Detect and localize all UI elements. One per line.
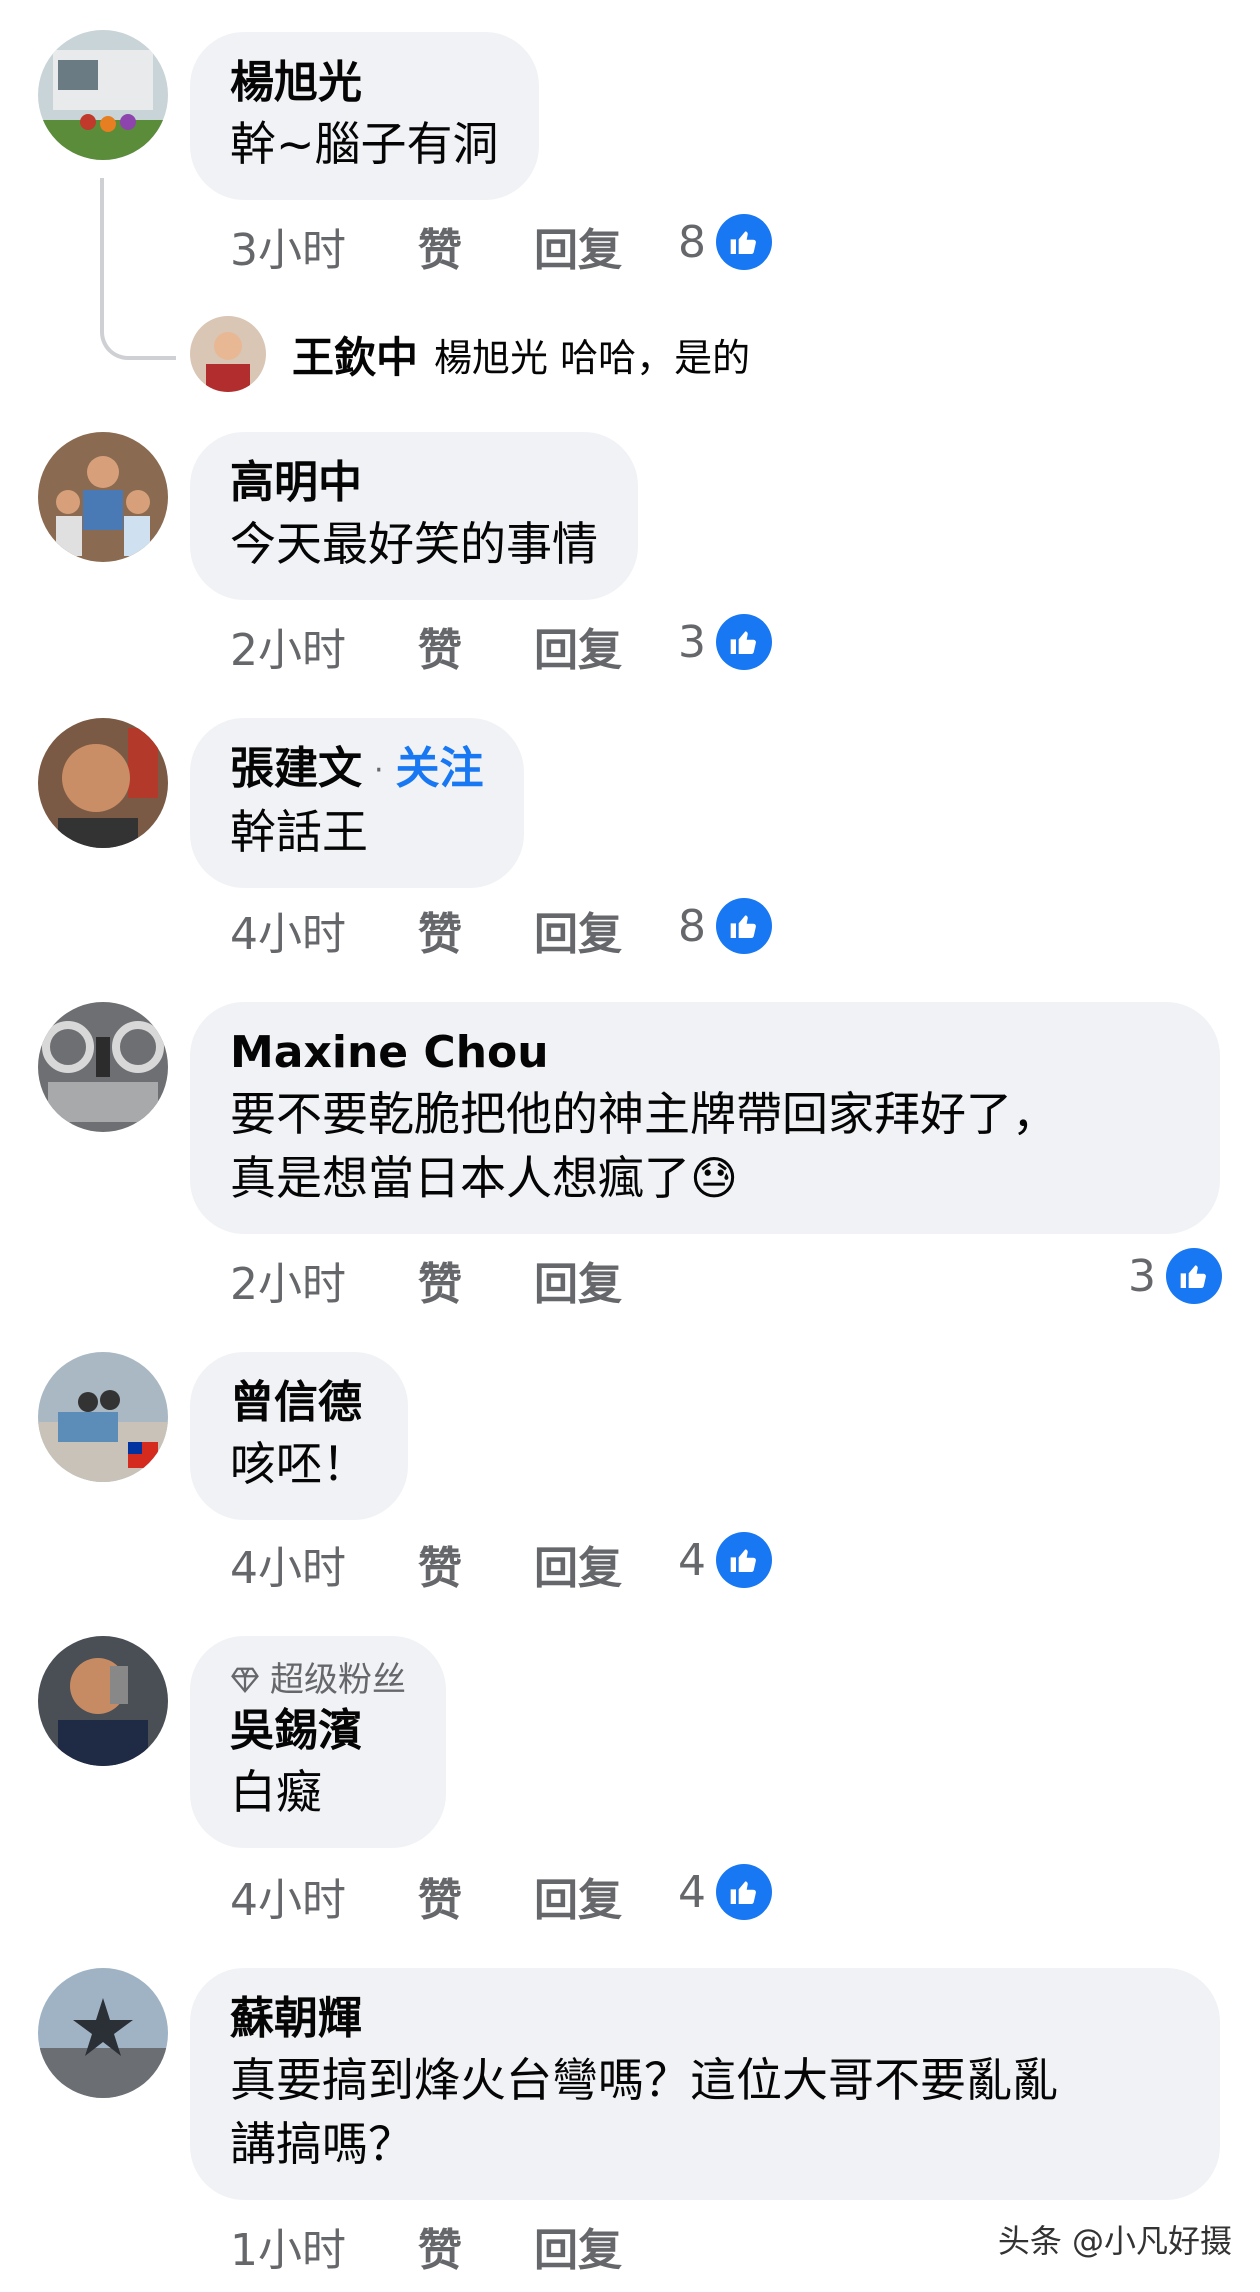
reaction-count[interactable]: 3: [1128, 1248, 1222, 1304]
reply-text: 楊旭光 哈哈，是的: [434, 335, 751, 380]
thumbs-up-icon: [716, 214, 772, 270]
badge-label: 超级粉丝: [270, 1660, 406, 1700]
separator-dot: ·: [374, 753, 384, 788]
comment-time[interactable]: 2小时: [230, 614, 346, 678]
comment-time[interactable]: 4小时: [230, 1532, 346, 1596]
like-button[interactable]: 赞: [418, 214, 462, 278]
comment-bubble: 楊旭光 幹~腦子有洞: [190, 32, 539, 200]
reaction-count[interactable]: 8: [678, 214, 772, 270]
reaction-count[interactable]: 4: [678, 1864, 772, 1920]
comment-bubble: 蘇朝輝 真要搞到烽火台彎嗎？這位大哥不要亂亂 講搞嗎？: [190, 1968, 1220, 2200]
comment-text: 真要搞到烽火台彎嗎？這位大哥不要亂亂: [230, 2053, 1058, 2107]
reply-button[interactable]: 回复: [534, 898, 622, 962]
reply-button[interactable]: 回复: [534, 1864, 622, 1928]
thumbs-up-icon: [716, 1532, 772, 1588]
avatar[interactable]: [38, 432, 168, 562]
commenter-name[interactable]: 曾信德: [230, 1374, 368, 1432]
reaction-number: 3: [678, 616, 706, 668]
thumbs-up-icon: [716, 898, 772, 954]
commenter-name[interactable]: 高明中: [230, 454, 598, 512]
commenter-name[interactable]: 吳錫濱: [230, 1702, 406, 1760]
comment-text: 白癡: [230, 1765, 322, 1819]
comment-actions: 2小时 赞 回复: [230, 616, 694, 676]
avatar[interactable]: [38, 1352, 168, 1482]
reaction-number: 3: [1128, 1250, 1156, 1302]
comment-bubble: 張建文 · 关注 幹話王: [190, 718, 524, 888]
like-button[interactable]: 赞: [418, 1248, 462, 1312]
reaction-number: 8: [678, 216, 706, 268]
comment-text: 真是想當日本人想瘋了😓: [230, 1151, 738, 1205]
reaction-count[interactable]: 8: [678, 898, 772, 954]
reply-row: 王欽中 楊旭光 哈哈，是的: [190, 316, 750, 392]
reply-button[interactable]: 回复: [534, 1248, 622, 1312]
commenter-name[interactable]: 蘇朝輝: [230, 1990, 1180, 2048]
avatar[interactable]: [38, 1002, 168, 1132]
thumbs-up-icon: [1166, 1248, 1222, 1304]
like-button[interactable]: 赞: [418, 1532, 462, 1596]
comment-actions: 1小时 赞 回复: [230, 2216, 694, 2276]
diamond-icon: [231, 1667, 259, 1694]
reaction-number: 4: [678, 1534, 706, 1586]
comment-actions: 3小时 赞 回复: [230, 216, 694, 276]
comment-actions: 2小时 赞 回复: [230, 1250, 694, 1310]
comment-time[interactable]: 1小时: [230, 2214, 346, 2278]
like-button[interactable]: 赞: [418, 1864, 462, 1928]
comment-text: 幹話王: [230, 805, 368, 859]
comment-time[interactable]: 4小时: [230, 1864, 346, 1928]
comment-bubble: 超级粉丝 吳錫濱 白癡: [190, 1636, 446, 1848]
follow-button[interactable]: 关注: [396, 743, 484, 794]
comment-time[interactable]: 2小时: [230, 1248, 346, 1312]
comment-text: 講搞嗎？: [230, 2117, 414, 2171]
commenter-name: 張建文 · 关注: [230, 740, 484, 800]
avatar[interactable]: [38, 1636, 168, 1766]
comment-actions: 4小时 赞 回复: [230, 1534, 694, 1594]
reply-button[interactable]: 回复: [534, 214, 622, 278]
comment-time[interactable]: 3小时: [230, 214, 346, 278]
commenter-name[interactable]: 楊旭光: [230, 54, 499, 112]
thread-line: [100, 178, 176, 360]
thumbs-up-icon: [716, 1864, 772, 1920]
comment-actions: 4小时 赞 回复: [230, 900, 694, 960]
comment-text: 咳呸！: [230, 1437, 368, 1491]
like-button[interactable]: 赞: [418, 614, 462, 678]
comment-bubble: 曾信德 咳呸！: [190, 1352, 408, 1520]
super-fan-badge: 超级粉丝: [230, 1658, 406, 1702]
comment-time[interactable]: 4小时: [230, 898, 346, 962]
thumbs-up-icon: [716, 614, 772, 670]
comment-text: 幹~腦子有洞: [230, 117, 499, 171]
commenter-name-text[interactable]: 張建文: [230, 743, 362, 794]
avatar[interactable]: [38, 1968, 168, 2098]
watermark: 头条 @小凡好摄: [997, 2222, 1232, 2260]
commenter-name[interactable]: Maxine Chou: [230, 1024, 1180, 1082]
reply-button[interactable]: 回复: [534, 1532, 622, 1596]
avatar[interactable]: [38, 718, 168, 848]
comment-text: 要不要乾脆把他的神主牌帶回家拜好了，: [230, 1087, 1058, 1141]
reply-author[interactable]: 王欽中: [292, 324, 418, 385]
reaction-count[interactable]: 4: [678, 1532, 772, 1588]
reaction-number: 4: [678, 1866, 706, 1918]
like-button[interactable]: 赞: [418, 2214, 462, 2278]
reaction-number: 8: [678, 900, 706, 952]
reply-button[interactable]: 回复: [534, 614, 622, 678]
comment-bubble: Maxine Chou 要不要乾脆把他的神主牌帶回家拜好了， 真是想當日本人想瘋…: [190, 1002, 1220, 1234]
comment-text: 今天最好笑的事情: [230, 517, 598, 571]
comment-actions: 4小时 赞 回复: [230, 1866, 694, 1926]
reaction-count[interactable]: 3: [678, 614, 772, 670]
comment-bubble: 高明中 今天最好笑的事情: [190, 432, 638, 600]
avatar[interactable]: [38, 30, 168, 160]
reply-button[interactable]: 回复: [534, 2214, 622, 2278]
avatar[interactable]: [190, 316, 266, 392]
like-button[interactable]: 赞: [418, 898, 462, 962]
